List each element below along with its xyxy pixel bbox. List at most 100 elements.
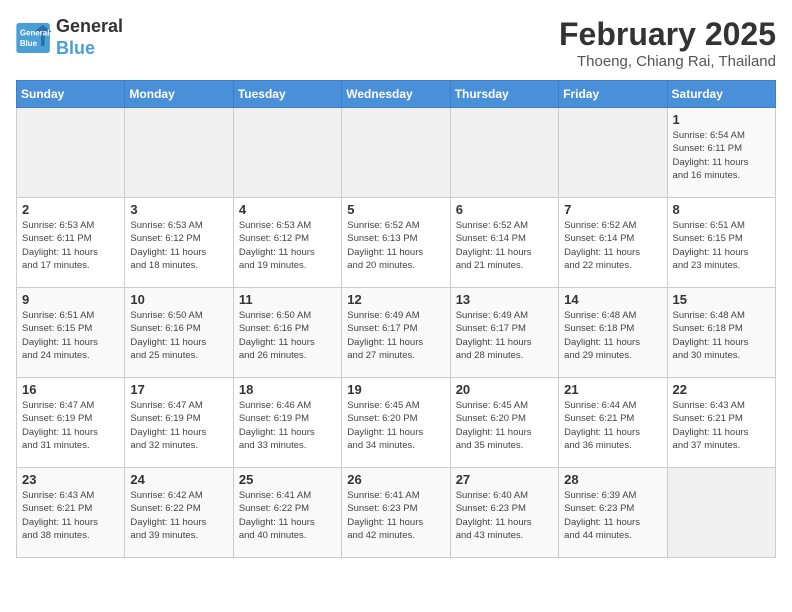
calendar-cell	[559, 108, 667, 198]
calendar-week-row: 9 Sunrise: 6:51 AM Sunset: 6:15 PM Daylig…	[17, 288, 776, 378]
calendar-cell: 8 Sunrise: 6:51 AM Sunset: 6:15 PM Daylig…	[667, 198, 775, 288]
calendar-cell: 1Sunrise: 6:54 AM Sunset: 6:11 PM Daylig…	[667, 108, 775, 198]
calendar-cell: 21 Sunrise: 6:44 AM Sunset: 6:21 PM Dayli…	[559, 378, 667, 468]
calendar-cell	[17, 108, 125, 198]
day-info: Sunrise: 6:48 AM Sunset: 6:18 PM Dayligh…	[564, 309, 661, 362]
calendar-cell: 5 Sunrise: 6:52 AM Sunset: 6:13 PM Daylig…	[342, 198, 450, 288]
day-number: 21	[564, 382, 661, 397]
calendar-cell: 25 Sunrise: 6:41 AM Sunset: 6:22 PM Dayli…	[233, 468, 341, 558]
page-header: General Blue General Blue February 2025 …	[16, 16, 776, 70]
day-info: Sunrise: 6:43 AM Sunset: 6:21 PM Dayligh…	[22, 489, 119, 542]
day-number: 14	[564, 292, 661, 307]
svg-text:General: General	[20, 28, 50, 37]
calendar-cell: 13 Sunrise: 6:49 AM Sunset: 6:17 PM Dayli…	[450, 288, 558, 378]
calendar-cell: 11 Sunrise: 6:50 AM Sunset: 6:16 PM Dayli…	[233, 288, 341, 378]
calendar-cell: 17 Sunrise: 6:47 AM Sunset: 6:19 PM Dayli…	[125, 378, 233, 468]
calendar-cell: 12 Sunrise: 6:49 AM Sunset: 6:17 PM Dayli…	[342, 288, 450, 378]
calendar-cell: 19 Sunrise: 6:45 AM Sunset: 6:20 PM Dayli…	[342, 378, 450, 468]
weekday-header-tuesday: Tuesday	[233, 81, 341, 108]
calendar-cell: 2 Sunrise: 6:53 AM Sunset: 6:11 PM Daylig…	[17, 198, 125, 288]
calendar-cell: 18 Sunrise: 6:46 AM Sunset: 6:19 PM Dayli…	[233, 378, 341, 468]
calendar-cell	[125, 108, 233, 198]
day-info: Sunrise: 6:52 AM Sunset: 6:14 PM Dayligh…	[564, 219, 661, 272]
day-info: Sunrise: 6:47 AM Sunset: 6:19 PM Dayligh…	[130, 399, 227, 452]
calendar-week-row: 2 Sunrise: 6:53 AM Sunset: 6:11 PM Daylig…	[17, 198, 776, 288]
location-subtitle: Thoeng, Chiang Rai, Thailand	[559, 53, 776, 70]
calendar-cell: 6 Sunrise: 6:52 AM Sunset: 6:14 PM Daylig…	[450, 198, 558, 288]
day-number: 25	[239, 472, 336, 487]
calendar-table: SundayMondayTuesdayWednesdayThursdayFrid…	[16, 80, 776, 558]
day-info: Sunrise: 6:53 AM Sunset: 6:12 PM Dayligh…	[130, 219, 227, 272]
weekday-header-thursday: Thursday	[450, 81, 558, 108]
calendar-cell: 27Sunrise: 6:40 AM Sunset: 6:23 PM Dayli…	[450, 468, 558, 558]
svg-text:Blue: Blue	[20, 39, 38, 48]
day-number: 17	[130, 382, 227, 397]
day-number: 24	[130, 472, 227, 487]
day-number: 23	[22, 472, 119, 487]
day-info: Sunrise: 6:47 AM Sunset: 6:19 PM Dayligh…	[22, 399, 119, 452]
calendar-cell: 24 Sunrise: 6:42 AM Sunset: 6:22 PM Dayli…	[125, 468, 233, 558]
day-number: 19	[347, 382, 444, 397]
day-info: Sunrise: 6:42 AM Sunset: 6:22 PM Dayligh…	[130, 489, 227, 542]
day-number: 13	[456, 292, 553, 307]
day-info: Sunrise: 6:52 AM Sunset: 6:14 PM Dayligh…	[456, 219, 553, 272]
day-info: Sunrise: 6:50 AM Sunset: 6:16 PM Dayligh…	[239, 309, 336, 362]
calendar-cell: 26 Sunrise: 6:41 AM Sunset: 6:23 PM Dayli…	[342, 468, 450, 558]
calendar-cell	[233, 108, 341, 198]
day-number: 26	[347, 472, 444, 487]
day-info: Sunrise: 6:51 AM Sunset: 6:15 PM Dayligh…	[22, 309, 119, 362]
logo-text: General Blue	[56, 16, 123, 59]
day-number: 18	[239, 382, 336, 397]
calendar-cell: 23 Sunrise: 6:43 AM Sunset: 6:21 PM Dayli…	[17, 468, 125, 558]
day-number: 27	[456, 472, 553, 487]
day-number: 11	[239, 292, 336, 307]
day-number: 6	[456, 202, 553, 217]
day-info: Sunrise: 6:41 AM Sunset: 6:23 PM Dayligh…	[347, 489, 444, 542]
day-number: 5	[347, 202, 444, 217]
calendar-cell: 16Sunrise: 6:47 AM Sunset: 6:19 PM Dayli…	[17, 378, 125, 468]
calendar-cell	[667, 468, 775, 558]
day-number: 12	[347, 292, 444, 307]
weekday-header-saturday: Saturday	[667, 81, 775, 108]
month-title: February 2025	[559, 16, 776, 53]
calendar-week-row: 23 Sunrise: 6:43 AM Sunset: 6:21 PM Dayli…	[17, 468, 776, 558]
calendar-cell: 14 Sunrise: 6:48 AM Sunset: 6:18 PM Dayli…	[559, 288, 667, 378]
day-info: Sunrise: 6:53 AM Sunset: 6:11 PM Dayligh…	[22, 219, 119, 272]
day-info: Sunrise: 6:49 AM Sunset: 6:17 PM Dayligh…	[456, 309, 553, 362]
weekday-header-row: SundayMondayTuesdayWednesdayThursdayFrid…	[17, 81, 776, 108]
calendar-cell: 10 Sunrise: 6:50 AM Sunset: 6:16 PM Dayli…	[125, 288, 233, 378]
day-info: Sunrise: 6:41 AM Sunset: 6:22 PM Dayligh…	[239, 489, 336, 542]
day-info: Sunrise: 6:45 AM Sunset: 6:20 PM Dayligh…	[347, 399, 444, 452]
calendar-cell: 9 Sunrise: 6:51 AM Sunset: 6:15 PM Daylig…	[17, 288, 125, 378]
logo: General Blue General Blue	[16, 16, 123, 59]
calendar-cell: 15Sunrise: 6:48 AM Sunset: 6:18 PM Dayli…	[667, 288, 775, 378]
calendar-week-row: 1Sunrise: 6:54 AM Sunset: 6:11 PM Daylig…	[17, 108, 776, 198]
day-number: 7	[564, 202, 661, 217]
day-info: Sunrise: 6:49 AM Sunset: 6:17 PM Dayligh…	[347, 309, 444, 362]
day-info: Sunrise: 6:44 AM Sunset: 6:21 PM Dayligh…	[564, 399, 661, 452]
day-info: Sunrise: 6:50 AM Sunset: 6:16 PM Dayligh…	[130, 309, 227, 362]
weekday-header-sunday: Sunday	[17, 81, 125, 108]
calendar-cell: 4Sunrise: 6:53 AM Sunset: 6:12 PM Daylig…	[233, 198, 341, 288]
day-info: Sunrise: 6:53 AM Sunset: 6:12 PM Dayligh…	[239, 219, 336, 272]
day-number: 28	[564, 472, 661, 487]
weekday-header-wednesday: Wednesday	[342, 81, 450, 108]
calendar-cell: 22Sunrise: 6:43 AM Sunset: 6:21 PM Dayli…	[667, 378, 775, 468]
calendar-week-row: 16Sunrise: 6:47 AM Sunset: 6:19 PM Dayli…	[17, 378, 776, 468]
weekday-header-monday: Monday	[125, 81, 233, 108]
calendar-cell	[450, 108, 558, 198]
day-number: 15	[673, 292, 770, 307]
title-block: February 2025 Thoeng, Chiang Rai, Thaila…	[559, 16, 776, 70]
calendar-cell	[342, 108, 450, 198]
day-number: 8	[673, 202, 770, 217]
day-info: Sunrise: 6:46 AM Sunset: 6:19 PM Dayligh…	[239, 399, 336, 452]
logo-icon: General Blue	[16, 23, 52, 53]
day-number: 9	[22, 292, 119, 307]
day-number: 2	[22, 202, 119, 217]
day-info: Sunrise: 6:52 AM Sunset: 6:13 PM Dayligh…	[347, 219, 444, 272]
day-number: 10	[130, 292, 227, 307]
calendar-cell: 7 Sunrise: 6:52 AM Sunset: 6:14 PM Daylig…	[559, 198, 667, 288]
day-info: Sunrise: 6:51 AM Sunset: 6:15 PM Dayligh…	[673, 219, 770, 272]
calendar-cell: 20Sunrise: 6:45 AM Sunset: 6:20 PM Dayli…	[450, 378, 558, 468]
day-info: Sunrise: 6:39 AM Sunset: 6:23 PM Dayligh…	[564, 489, 661, 542]
